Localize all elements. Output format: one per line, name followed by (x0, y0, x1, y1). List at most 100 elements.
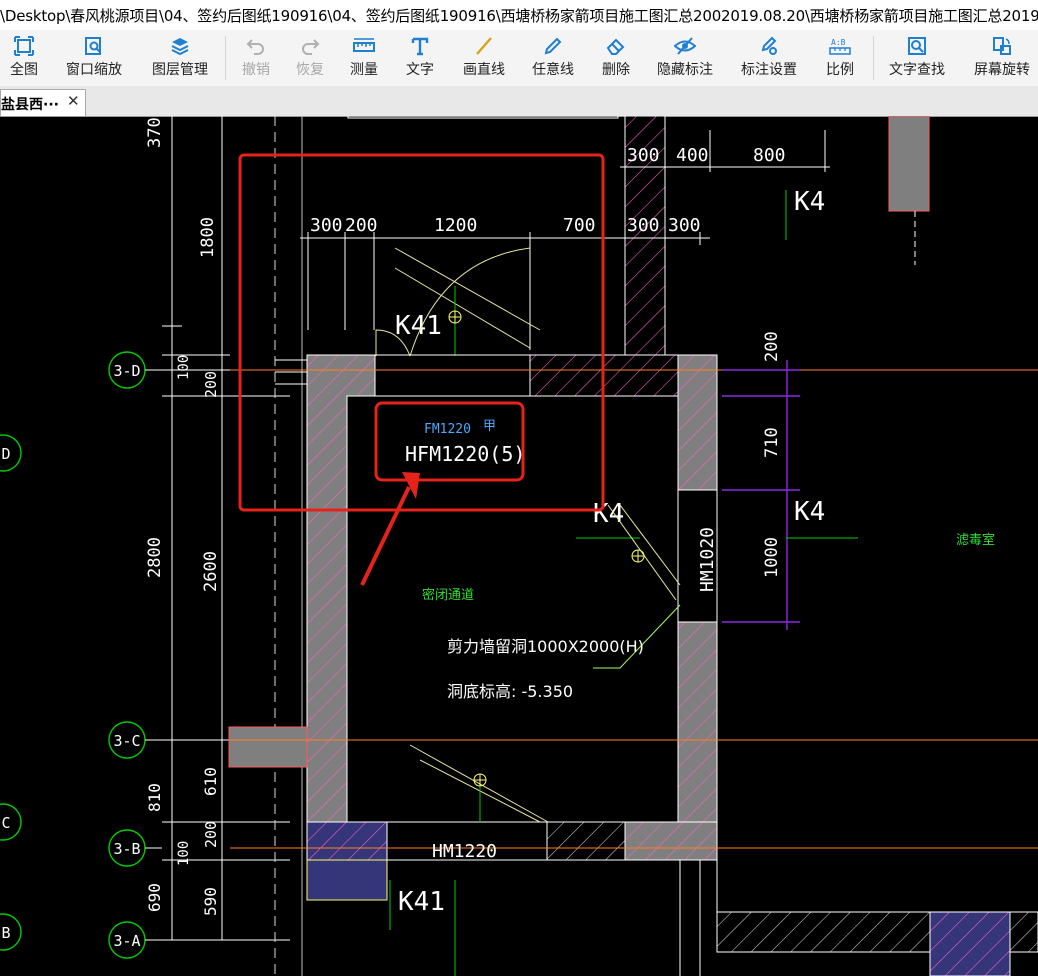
line-icon (476, 37, 492, 55)
window-zoom-button[interactable]: 窗口缩放 (56, 30, 132, 86)
svg-text:3-C: 3-C (113, 732, 140, 750)
title-bar: \Desktop\春风桃源项目\04、签约后图纸190916\04、签约后图纸1… (0, 0, 1038, 31)
redo-icon (302, 39, 320, 55)
label-door-grade: 甲 (483, 419, 496, 434)
label-k41-bottom: K41 (398, 887, 445, 917)
axis-marker-c: C (0, 803, 22, 841)
measure-button[interactable]: 测量 (342, 30, 386, 86)
dim-text: 200 (202, 371, 220, 398)
door-swing-mid (607, 504, 681, 601)
settings-pen-icon (761, 36, 777, 55)
full-view-label: 全图 (10, 62, 38, 78)
dim-text: 810 (145, 783, 164, 812)
text-button[interactable]: 文字 (398, 30, 442, 86)
dim-text: 200 (762, 331, 782, 362)
draw-line-label: 画直线 (463, 62, 505, 78)
label-k4-mid: K4 (593, 499, 624, 529)
free-line-button[interactable]: 任意线 (524, 30, 582, 86)
ruler-icon (353, 38, 375, 52)
dim-text: 800 (753, 145, 786, 166)
drawing-canvas[interactable]: 370 1800 100 200 2800 2600 810 610 200 1… (0, 116, 1038, 976)
dim-text: 200 (202, 821, 220, 848)
delete-button[interactable]: 删除 (594, 30, 638, 86)
screen-rotate-button[interactable]: 屏幕旋转 (966, 30, 1038, 86)
undo-label: 撤销 (242, 62, 270, 78)
eraser-icon (606, 38, 625, 55)
dim-text: 1200 (434, 215, 477, 236)
rotate-screen-icon (993, 37, 1011, 55)
left-dimension-texts: 370 1800 100 200 2800 2600 810 610 200 1… (145, 117, 221, 916)
annotation-settings-button[interactable]: 标注设置 (736, 30, 802, 86)
window-zoom-label: 窗口缩放 (66, 62, 122, 78)
undo-button[interactable]: 撤销 (234, 30, 278, 86)
label-door-hm1020: HM1020 (697, 527, 718, 592)
axis-markers: 3-D D 3-C C 3-B B 3-A (0, 351, 162, 959)
toolbar-separator (873, 36, 874, 80)
window-zoom-icon (85, 37, 101, 55)
measure-label: 测量 (350, 62, 378, 78)
delete-label: 删除 (602, 62, 630, 78)
full-view-button[interactable]: 全图 (0, 30, 48, 86)
note-line-2: 洞底标高: -5.350 (447, 682, 573, 701)
svg-text:3-A: 3-A (113, 932, 140, 950)
scale-icon: A:B (829, 38, 851, 55)
layers-icon (171, 38, 189, 56)
dim-text: 710 (762, 427, 782, 458)
axis-marker-3-a: 3-A (108, 921, 146, 959)
label-k4-top: K4 (794, 187, 825, 217)
dim-text: 300 (668, 215, 701, 236)
pencil-icon (544, 37, 562, 55)
dim-text: 700 (563, 215, 596, 236)
svg-text:D: D (1, 445, 10, 463)
close-tab-icon[interactable]: ✕ (67, 92, 80, 110)
label-door-fm1220: FM1220 (424, 422, 471, 437)
window-title: \Desktop\春风桃源项目\04、签约后图纸190916\04、签约后图纸1… (0, 7, 1038, 25)
eye-slash-icon (674, 37, 696, 55)
axis-marker-3-d: 3-D (108, 351, 146, 389)
label-door-hfm1220: HFM1220(5) (405, 442, 525, 466)
label-room-left: 密闭通道 (422, 587, 474, 603)
text-search-icon (908, 37, 926, 55)
svg-text:C: C (1, 814, 10, 832)
text-search-button[interactable]: 文字查找 (882, 30, 952, 86)
layer-manager-button[interactable]: 图层管理 (142, 30, 218, 86)
draw-line-button[interactable]: 画直线 (454, 30, 514, 86)
label-room-right: 滤毒室 (956, 532, 995, 548)
top-structure (347, 116, 619, 119)
dim-text: 400 (676, 145, 709, 166)
dim-text: 370 (145, 117, 165, 148)
undo-icon (246, 39, 264, 55)
left-dimension-lines (162, 116, 290, 941)
label-door-hm1220: HM1220 (432, 841, 497, 862)
bottom-right-walls (679, 860, 1038, 976)
scale-button[interactable]: A:B 比例 (818, 30, 862, 86)
label-k4-right: K4 (794, 497, 825, 527)
door-swing-top (375, 247, 541, 357)
layer-manager-label: 图层管理 (152, 62, 208, 78)
door-swing-bottom (409, 744, 549, 823)
tab-bar: 盐县西··· ✕ (0, 86, 1038, 117)
dim-text: 610 (201, 767, 220, 796)
drawing-tab[interactable]: 盐县西··· ✕ (0, 89, 86, 116)
top-dimension-lines (300, 130, 830, 350)
hide-annotation-label: 隐藏标注 (657, 62, 713, 78)
dim-text: 1800 (198, 217, 218, 258)
text-search-label: 文字查找 (889, 62, 945, 78)
red-arrow (360, 472, 420, 586)
redo-button[interactable]: 恢复 (288, 30, 332, 86)
dim-text: 300 (627, 215, 660, 236)
column-top-right (888, 116, 930, 212)
toolbar-separator (225, 36, 226, 80)
text-label: 文字 (406, 62, 434, 78)
dim-text: 2800 (145, 537, 165, 578)
note-line-1: 剪力墙留洞1000X2000(H) (447, 637, 644, 656)
hide-annotation-button[interactable]: 隐藏标注 (652, 30, 718, 86)
dim-text: 2600 (201, 551, 221, 592)
axis-lines (230, 369, 1038, 849)
dim-text: 590 (201, 887, 220, 916)
axis-marker-3-c: 3-C (108, 721, 146, 759)
label-k41-top: K41 (395, 311, 442, 341)
axis-marker-3-b: 3-B (108, 829, 146, 867)
dim-text: 300 (627, 145, 660, 166)
dim-text: 100 (176, 841, 192, 866)
